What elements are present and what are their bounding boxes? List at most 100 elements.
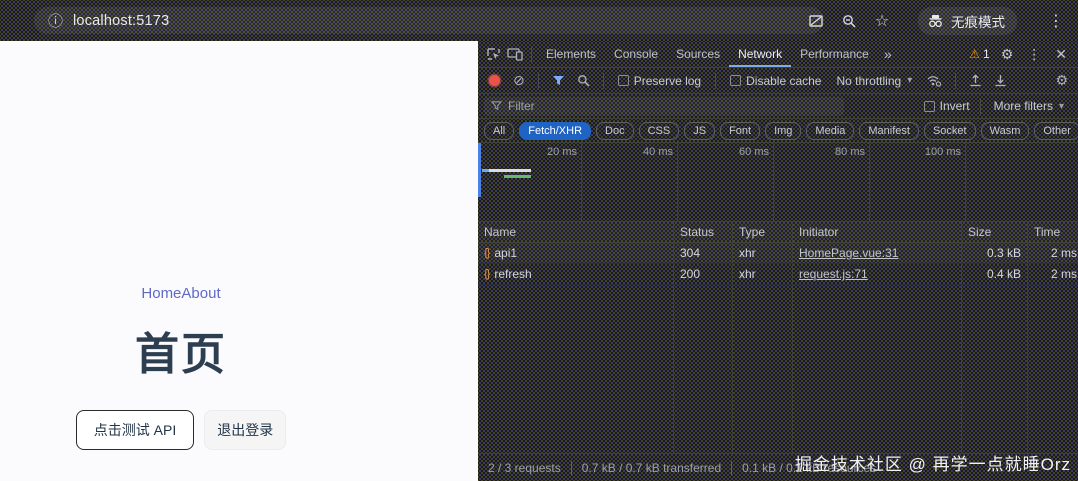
browser-menu-icon[interactable]: ⋮ xyxy=(1042,11,1070,31)
throttling-select[interactable]: No throttling ▾ xyxy=(836,74,912,88)
devtools-panel: Elements Console Sources Network Perform… xyxy=(478,41,1078,481)
network-overview-timeline[interactable]: 20 ms 40 ms 60 ms 80 ms 100 ms xyxy=(478,143,1078,222)
table-row-api1[interactable]: {}api1 304 xhr HomePage.vue:31 0.3 kB 2 … xyxy=(478,243,1078,264)
screen: ⓘ localhost:5173 ☆ 无痕模式 ⋮ HomeAbout 首页 xyxy=(0,0,1078,481)
watermark: 掘金技术社区 @ 再学一点就睡Orz xyxy=(795,450,1071,475)
network-filter-row: Invert More filters ▾ xyxy=(478,94,1078,119)
chip-font[interactable]: Font xyxy=(720,122,760,140)
gridline xyxy=(869,143,870,221)
column-header-time[interactable]: Time xyxy=(1028,222,1078,242)
browser-topbar: ⓘ localhost:5173 ☆ 无痕模式 ⋮ xyxy=(0,0,1078,41)
invert-checkbox[interactable]: Invert xyxy=(924,99,970,113)
address-bar[interactable]: ⓘ localhost:5173 xyxy=(34,7,824,34)
initiator-link[interactable]: request.js:71 xyxy=(799,267,868,281)
request-type: xhr xyxy=(733,264,793,284)
request-status: 200 xyxy=(674,264,733,284)
chip-wasm[interactable]: Wasm xyxy=(981,122,1030,140)
tick-label: 100 ms xyxy=(917,146,961,158)
tab-elements[interactable]: Elements xyxy=(537,41,605,67)
import-har-icon[interactable] xyxy=(965,74,986,87)
issues-badge[interactable]: ⚠ 1 xyxy=(965,47,993,61)
export-har-icon[interactable] xyxy=(990,74,1011,87)
requests-table-header: Name Status Type Initiator Size Time xyxy=(478,222,1078,243)
request-time: 2 ms xyxy=(1028,264,1078,284)
column-header-name[interactable]: Name xyxy=(478,222,674,242)
send-icon[interactable] xyxy=(807,12,825,30)
request-status: 304 xyxy=(674,243,733,263)
bookmark-star-icon[interactable]: ☆ xyxy=(873,12,891,30)
tick-label: 80 ms xyxy=(821,146,865,158)
checkbox-icon xyxy=(618,75,629,86)
url-text[interactable]: localhost:5173 xyxy=(73,13,169,29)
device-toolbar-icon[interactable] xyxy=(504,47,526,61)
xhr-icon: {} xyxy=(484,268,489,280)
nav-link-home[interactable]: Home xyxy=(141,285,181,302)
column-header-type[interactable]: Type xyxy=(733,222,793,242)
table-row-refresh[interactable]: {} refresh 200 xhr request.js:71 0.4 kB 2… xyxy=(478,264,1078,285)
chip-socket[interactable]: Socket xyxy=(924,122,976,140)
network-conditions-icon[interactable] xyxy=(922,74,946,87)
chip-media[interactable]: Media xyxy=(806,122,854,140)
devtools-close-icon[interactable]: ✕ xyxy=(1048,46,1074,63)
chip-js[interactable]: JS xyxy=(684,122,715,140)
tab-performance[interactable]: Performance xyxy=(791,41,878,67)
requests-summary: 2 / 3 requests xyxy=(488,461,571,475)
overview-selection-handle[interactable] xyxy=(478,143,481,197)
chip-other[interactable]: Other xyxy=(1034,122,1078,140)
chip-manifest[interactable]: Manifest xyxy=(859,122,919,140)
devtools-menu-icon[interactable]: ⋮ xyxy=(1020,46,1048,63)
app-page: HomeAbout 首页 点击测试 API 退出登录 xyxy=(0,41,478,481)
gridline xyxy=(773,143,774,221)
more-tabs-icon[interactable]: » xyxy=(878,46,898,62)
transferred-summary: 0.7 kB / 0.7 kB transferred xyxy=(571,461,731,475)
column-header-status[interactable]: Status xyxy=(674,222,733,242)
filter-box xyxy=(484,97,844,116)
test-api-button[interactable]: 点击测试 API xyxy=(76,410,194,450)
overview-bar-api1-start xyxy=(482,169,489,172)
page-title: 首页 xyxy=(0,318,362,382)
warning-count: 1 xyxy=(983,47,990,61)
initiator-link[interactable]: HomePage.vue:31 xyxy=(799,246,898,260)
request-time: 2 ms xyxy=(1028,243,1078,263)
devtools-settings-icon[interactable]: ⚙ xyxy=(994,46,1021,63)
chip-all[interactable]: All xyxy=(484,122,514,140)
warning-icon: ⚠ xyxy=(969,47,980,61)
overview-bar-api1 xyxy=(482,169,531,172)
chip-css[interactable]: CSS xyxy=(639,122,680,140)
search-icon[interactable] xyxy=(573,74,594,87)
tick-label: 20 ms xyxy=(533,146,577,158)
record-icon[interactable] xyxy=(489,75,500,86)
chip-fetch-xhr[interactable]: Fetch/XHR xyxy=(519,122,591,140)
disable-cache-checkbox[interactable]: Disable cache xyxy=(730,74,821,88)
chip-img[interactable]: Img xyxy=(765,122,801,140)
inspect-element-icon[interactable] xyxy=(482,47,504,62)
network-settings-icon[interactable]: ⚙ xyxy=(1051,72,1072,89)
column-header-size[interactable]: Size xyxy=(962,222,1028,242)
request-name: api1 xyxy=(494,246,517,260)
tab-sources[interactable]: Sources xyxy=(667,41,729,67)
filter-toggle-icon[interactable] xyxy=(548,75,569,87)
tab-console[interactable]: Console xyxy=(605,41,667,67)
more-filters-dropdown[interactable]: More filters ▾ xyxy=(986,99,1072,113)
column-header-initiator[interactable]: Initiator xyxy=(793,222,962,242)
request-size: 0.4 kB xyxy=(962,264,1028,284)
gridline xyxy=(677,143,678,221)
clear-icon[interactable]: ⊘ xyxy=(509,72,529,89)
tick-label: 40 ms xyxy=(629,146,673,158)
funnel-icon xyxy=(491,101,502,111)
site-info-icon[interactable]: ⓘ xyxy=(48,10,63,31)
zoom-icon[interactable] xyxy=(840,12,858,30)
chevron-down-icon: ▾ xyxy=(907,75,912,86)
checkbox-icon xyxy=(924,101,935,112)
preserve-log-checkbox[interactable]: Preserve log xyxy=(618,74,701,88)
nav-link-about[interactable]: About xyxy=(181,285,220,302)
chip-doc[interactable]: Doc xyxy=(596,122,634,140)
checkbox-icon xyxy=(730,75,741,86)
logout-button[interactable]: 退出登录 xyxy=(204,410,286,450)
request-type: xhr xyxy=(733,243,793,263)
tab-network[interactable]: Network xyxy=(729,41,791,67)
filter-input[interactable] xyxy=(508,99,808,113)
request-name: refresh xyxy=(494,267,531,281)
request-size: 0.3 kB xyxy=(962,243,1028,263)
nav-links: HomeAbout xyxy=(0,285,362,302)
